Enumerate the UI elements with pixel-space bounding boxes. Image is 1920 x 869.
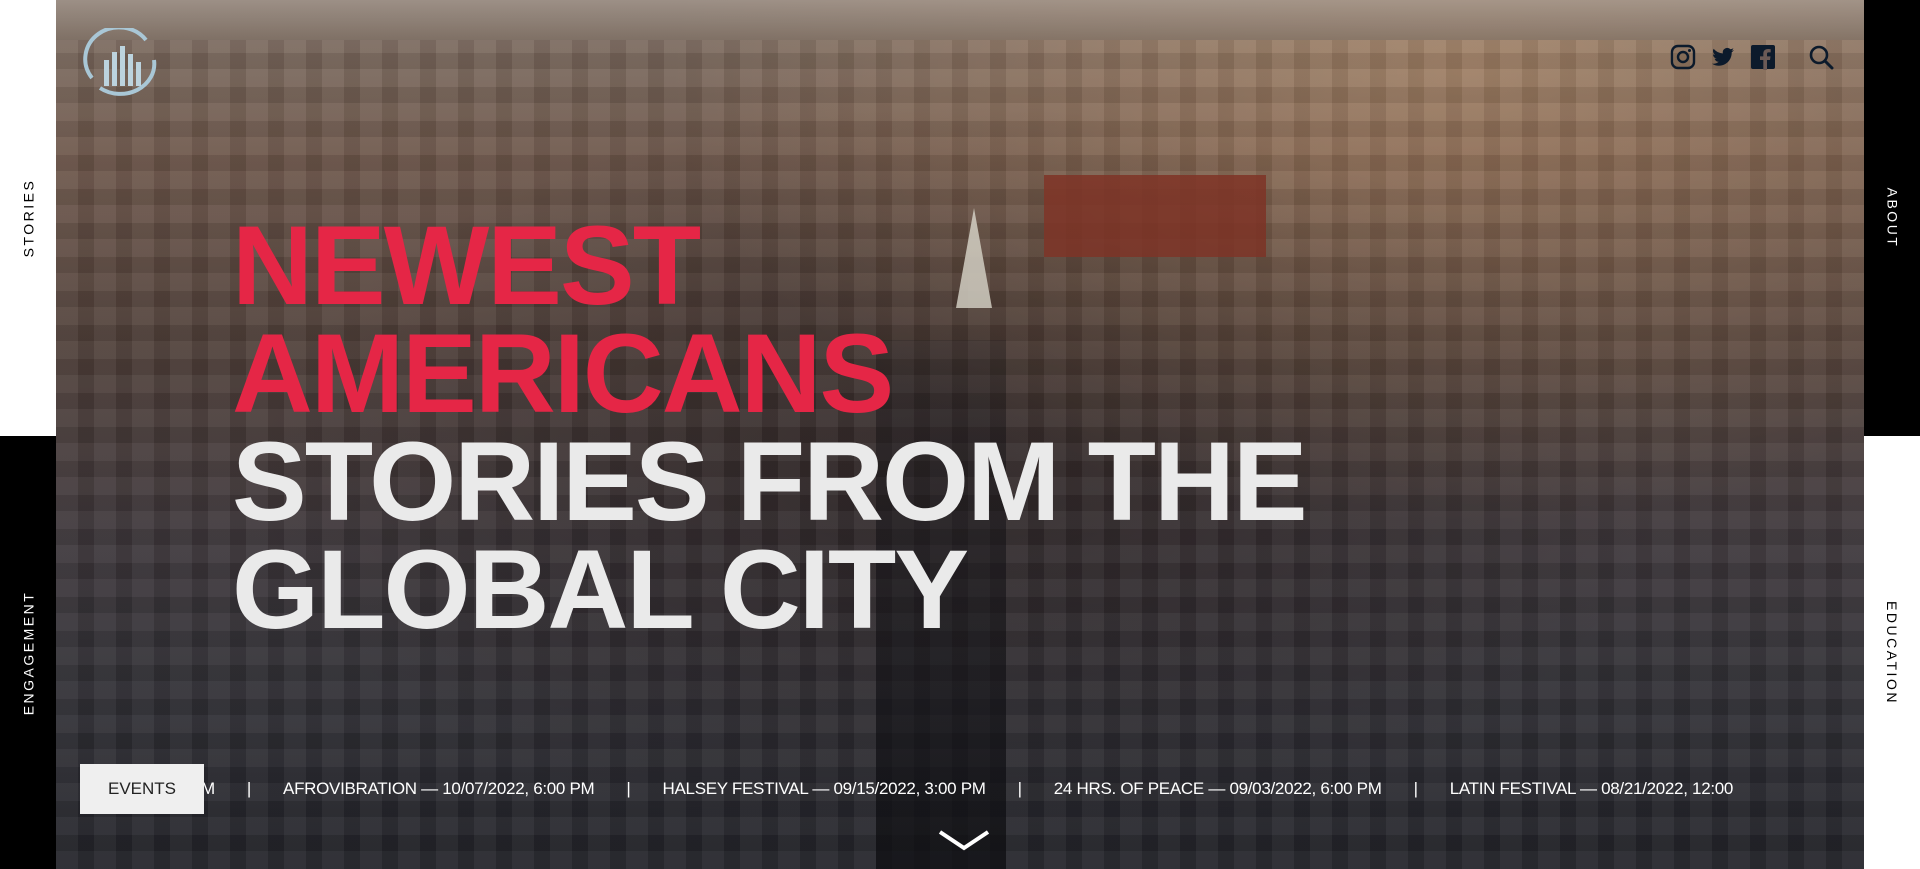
logo-icon[interactable] — [78, 28, 160, 98]
nav-about-label: ABOUT — [1884, 187, 1901, 249]
event-item[interactable]: HALSEY FESTIVAL — 09/15/2022, 3:00 PM — [663, 779, 986, 799]
hero-title-line-2: AMERICANS — [232, 311, 894, 436]
hero-title: NEWEST AMERICANS STORIES FROM THE GLOBAL… — [232, 203, 1308, 652]
hero-title-line-3: STORIES FROM THE — [232, 419, 1308, 544]
event-separator: | — [1413, 779, 1418, 798]
nav-engagement[interactable]: ENGAGEMENT — [0, 436, 56, 869]
search-icon[interactable] — [1808, 44, 1834, 70]
events-ticker: EVENTS PM | AFROVIBRATION — 10/07/2022, … — [80, 764, 1840, 814]
nav-stories[interactable]: STORIES — [0, 0, 56, 436]
event-item[interactable]: AFROVIBRATION — 10/07/2022, 6:00 PM — [283, 779, 595, 799]
social-links — [1670, 44, 1834, 70]
nav-education-label: EDUCATION — [1884, 600, 1901, 705]
nav-about[interactable]: ABOUT — [1864, 0, 1920, 436]
events-track: PM | AFROVIBRATION — 10/07/2022, 6:00 PM… — [204, 764, 1840, 814]
event-separator: | — [626, 779, 631, 798]
right-sidebar: ABOUT EDUCATION — [1864, 0, 1920, 869]
hero-title-line-4: GLOBAL CITY — [232, 527, 969, 652]
hero-background: NEWEST AMERICANS STORIES FROM THE GLOBAL… — [56, 0, 1864, 869]
event-separator: | — [246, 779, 252, 798]
events-track-inner: PM | AFROVIBRATION — 10/07/2022, 6:00 PM… — [204, 764, 1733, 814]
instagram-icon[interactable] — [1670, 44, 1696, 70]
events-button[interactable]: EVENTS — [80, 764, 204, 814]
event-item[interactable]: 24 HRS. OF PEACE — 09/03/2022, 6:00 PM — [1054, 779, 1382, 799]
event-separator: | — [1017, 779, 1022, 798]
facebook-icon[interactable] — [1750, 44, 1776, 70]
left-sidebar: STORIES ENGAGEMENT — [0, 0, 56, 869]
event-item[interactable]: LATIN FESTIVAL — 08/21/2022, 12:00 — [1450, 779, 1734, 799]
event-item[interactable]: PM — [204, 779, 215, 799]
nav-stories-label: STORIES — [20, 178, 37, 258]
nav-engagement-label: ENGAGEMENT — [20, 590, 37, 715]
scroll-down-chevron-icon[interactable] — [936, 826, 992, 854]
nav-education[interactable]: EDUCATION — [1864, 436, 1920, 869]
hero-title-line-1: NEWEST — [232, 203, 701, 328]
twitter-icon[interactable] — [1710, 44, 1736, 70]
